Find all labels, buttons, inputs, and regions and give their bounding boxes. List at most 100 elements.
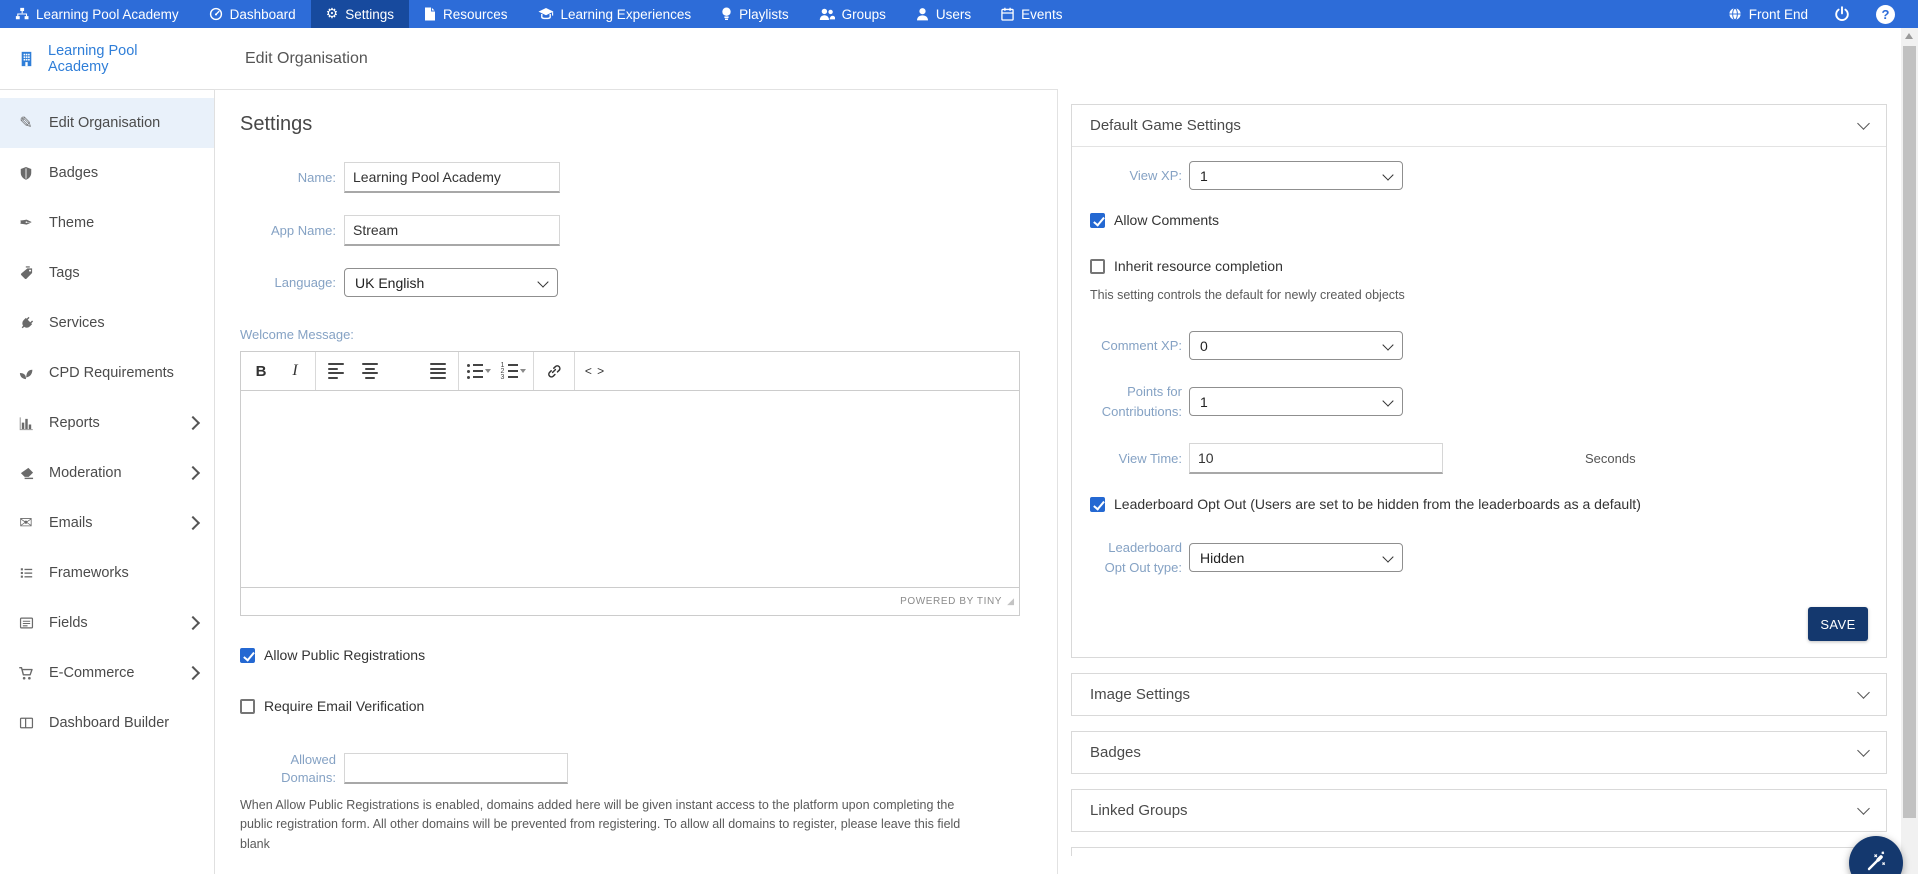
sidebar-item-cpd-requirements[interactable]: CPD Requirements: [0, 348, 214, 398]
bar-chart-icon: [16, 416, 36, 431]
allowed-domains-label: Allowed Domains:: [240, 751, 336, 786]
nav-item-dashboard[interactable]: Dashboard: [194, 0, 311, 28]
image-settings-panel: Image Settings: [1071, 673, 1887, 716]
sidebar-item-badges[interactable]: Badges: [0, 148, 214, 198]
seedling-icon: [16, 366, 36, 381]
panel-title: Image Settings: [1090, 686, 1190, 703]
leaderboard-opt-out-type-label: Leaderboard Opt Out type:: [1090, 538, 1182, 577]
sidebar-item-label: Tags: [49, 265, 80, 281]
chevron-down-icon: [1857, 803, 1870, 816]
chevron-right-icon: [186, 466, 200, 480]
link-button[interactable]: [537, 356, 571, 386]
numbered-list-button[interactable]: 123: [496, 356, 530, 386]
leaderboard-opt-out-checkbox[interactable]: [1090, 497, 1105, 512]
right-panels: Default Game Settings View XP: 1 Allow C…: [1058, 104, 1904, 856]
save-button[interactable]: SAVE: [1808, 607, 1868, 641]
groups-icon: [819, 7, 835, 21]
badges-header[interactable]: Badges: [1072, 732, 1886, 773]
nav-item-playlists[interactable]: Playlists: [706, 0, 804, 28]
linked-groups-header[interactable]: Linked Groups: [1072, 790, 1886, 831]
points-for-contributions-select[interactable]: 1: [1189, 387, 1403, 416]
plug-icon: [16, 316, 36, 331]
welcome-message-editor-body[interactable]: [241, 391, 1019, 587]
language-label: Language:: [240, 274, 336, 292]
name-field[interactable]: [344, 162, 560, 193]
sidebar-item-tags[interactable]: Tags: [0, 248, 214, 298]
italic-button[interactable]: [278, 356, 312, 386]
logout-button[interactable]: [1821, 6, 1863, 22]
nav-item-organisation[interactable]: Learning Pool Academy: [0, 0, 194, 28]
sidebar-item-label: Services: [49, 315, 105, 331]
nav-item-users[interactable]: Users: [901, 0, 986, 28]
scrollbar-thumb[interactable]: [1903, 46, 1916, 818]
leaderboard-opt-out-type-select[interactable]: Hidden: [1189, 543, 1403, 572]
scrollbar-up-arrow[interactable]: [1905, 33, 1913, 39]
chevron-down-icon: [1382, 552, 1393, 563]
chevron-down-icon: [1382, 396, 1393, 407]
sidebar-item-dashboard-builder[interactable]: Dashboard Builder: [0, 698, 214, 748]
sidebar-item-frameworks[interactable]: Frameworks: [0, 548, 214, 598]
scrollbar[interactable]: [1901, 28, 1918, 874]
allow-public-registrations-checkbox[interactable]: [240, 648, 255, 663]
image-settings-header[interactable]: Image Settings: [1072, 674, 1886, 715]
nav-item-settings[interactable]: ⚙ Settings: [311, 0, 409, 28]
sidebar-item-fields[interactable]: Fields: [0, 598, 214, 648]
bullet-list-button[interactable]: [462, 356, 496, 386]
sidebar-item-theme[interactable]: ✒ Theme: [0, 198, 214, 248]
envelope-icon: ✉: [16, 515, 36, 531]
view-xp-row: View XP: 1: [1090, 161, 1868, 190]
pencil-icon: ✎: [16, 115, 36, 131]
sidebar-item-edit-organisation[interactable]: ✎ Edit Organisation: [0, 98, 214, 148]
nav-item-events[interactable]: Events: [986, 0, 1077, 28]
default-game-settings-header[interactable]: Default Game Settings: [1072, 105, 1886, 146]
linked-groups-panel: Linked Groups: [1071, 789, 1887, 832]
leaderboard-opt-out-type-select-value: Hidden: [1200, 550, 1244, 566]
language-select[interactable]: UK English: [344, 268, 558, 297]
sidebar-menu: ✎ Edit Organisation Badges ✒ Theme Tags …: [0, 90, 214, 748]
default-game-settings-body: View XP: 1 Allow Comments Inherit resour…: [1072, 146, 1886, 657]
allow-comments-checkbox[interactable]: [1090, 213, 1105, 228]
sidebar-item-moderation[interactable]: Moderation: [0, 448, 214, 498]
comment-xp-select[interactable]: 0: [1189, 331, 1403, 360]
list-icon: [16, 566, 36, 580]
align-left-button[interactable]: [319, 356, 353, 386]
eraser-icon: [16, 466, 36, 481]
sidebar-item-organisation[interactable]: Learning Pool Academy: [0, 28, 214, 90]
nav-item-label: Learning Experiences: [561, 7, 692, 22]
allowed-domains-row: Allowed Domains:: [240, 751, 1057, 786]
nav-item-learning-experiences[interactable]: Learning Experiences: [523, 0, 707, 28]
view-time-field[interactable]: [1189, 443, 1443, 474]
comment-xp-label: Comment XP:: [1090, 336, 1182, 356]
file-icon: [424, 7, 436, 21]
view-xp-select[interactable]: 1: [1189, 161, 1403, 190]
sidebar-item-label: CPD Requirements: [49, 365, 174, 381]
front-end-link[interactable]: Front End: [1715, 7, 1821, 22]
nav-item-groups[interactable]: Groups: [804, 0, 901, 28]
require-email-verification-row: Require Email Verification: [240, 698, 1057, 714]
align-right-button[interactable]: [387, 356, 421, 386]
sidebar-item-emails[interactable]: ✉ Emails: [0, 498, 214, 548]
resize-grip-icon[interactable]: [1007, 597, 1014, 607]
sidebar-item-label: Edit Organisation: [49, 115, 160, 131]
align-center-button[interactable]: [353, 356, 387, 386]
cart-icon: [16, 666, 36, 681]
sidebar-item-ecommerce[interactable]: E-Commerce: [0, 648, 214, 698]
brush-icon: ✒: [16, 215, 36, 231]
language-select-value: UK English: [355, 275, 424, 291]
require-email-verification-checkbox[interactable]: [240, 699, 255, 714]
inherit-resource-completion-checkbox[interactable]: [1090, 259, 1105, 274]
allowed-domains-field[interactable]: [344, 753, 568, 784]
align-justify-button[interactable]: [421, 356, 455, 386]
caret-down-icon: [520, 369, 526, 373]
nav-item-label: Settings: [345, 7, 394, 22]
app-name-field[interactable]: [344, 215, 560, 246]
welcome-message-editor: 123 POWERED BY TINY: [240, 351, 1020, 616]
help-button[interactable]: [1863, 5, 1908, 24]
sidebar-item-reports[interactable]: Reports: [0, 398, 214, 448]
bold-button[interactable]: [244, 356, 278, 386]
nav-item-resources[interactable]: Resources: [409, 0, 523, 28]
code-button[interactable]: [578, 356, 612, 386]
chevron-down-icon: [1382, 340, 1393, 351]
sidebar-item-services[interactable]: Services: [0, 298, 214, 348]
nav-item-label: Playlists: [739, 7, 789, 22]
